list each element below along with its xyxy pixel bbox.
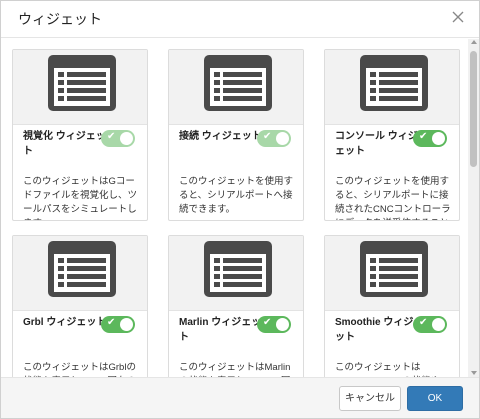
widget-description: このウィジェットはSmoothie boardの状態や <box>335 362 440 377</box>
widget-card-marlin: Marlin ウィジェット ✔ このウィジェットはMarlinの状態を表示し、M… <box>168 235 304 377</box>
check-icon: ✔ <box>419 317 428 328</box>
widget-panel-icon <box>48 55 116 111</box>
widget-panel-icon <box>204 241 272 297</box>
widget-title: Grbl ウィジェット <box>23 317 107 328</box>
check-icon: ✔ <box>107 131 116 142</box>
scroll-up-icon[interactable] <box>471 40 477 44</box>
widgets-dialog: ウィジェット 視覚化 ウィジェット ✔ このウィジェットはGコードファイルを視覚… <box>0 0 480 419</box>
widget-thumbnail <box>13 236 147 311</box>
widget-panel-icon <box>360 55 428 111</box>
widget-enable-toggle[interactable]: ✔ <box>101 316 135 333</box>
widget-enable-toggle[interactable]: ✔ <box>257 130 291 147</box>
widget-title: 視覚化 ウィジェット <box>23 131 106 157</box>
widget-thumbnail <box>325 236 459 311</box>
widget-thumbnail <box>169 50 303 125</box>
widget-card-grbl: Grbl ウィジェット ✔ このウィジェットはGrblの状態を表示し、Grbl固… <box>12 235 148 377</box>
widget-panel-icon <box>360 241 428 297</box>
widget-title: 接続 ウィジェット <box>179 131 262 142</box>
widget-description: このウィジェットはMarlinの状態を表示し、Marlin固 <box>179 362 291 377</box>
widget-description: このウィジェットを使用すると、シリアルポートへ接続できます。 <box>179 176 294 215</box>
check-icon: ✔ <box>107 317 116 328</box>
widget-title: コンソール ウィジェット <box>335 131 418 157</box>
widget-title: Smoothie ウィジェット <box>335 317 424 343</box>
check-icon: ✔ <box>263 317 272 328</box>
check-icon: ✔ <box>419 131 428 142</box>
scroll-down-icon[interactable] <box>471 371 477 375</box>
widget-panel-icon <box>48 241 116 297</box>
widget-enable-toggle[interactable]: ✔ <box>257 316 291 333</box>
cancel-button[interactable]: キャンセル <box>339 386 401 411</box>
widget-enable-toggle[interactable]: ✔ <box>413 130 447 147</box>
close-icon[interactable] <box>449 7 467 27</box>
check-icon: ✔ <box>263 131 272 142</box>
widget-description: このウィジェットはGrblの状態を表示し、Grbl固有の <box>23 362 136 377</box>
widget-card-smoothie: Smoothie ウィジェット ✔ このウィジェットはSmoothie boar… <box>324 235 460 377</box>
widget-title: Marlin ウィジェット <box>179 317 262 343</box>
ok-button[interactable]: OK <box>407 386 463 411</box>
widget-description: このウィジェットはGコードファイルを視覚化し、ツールパスをシミュレートします。 <box>23 176 138 220</box>
widget-thumbnail <box>169 236 303 311</box>
widget-enable-toggle[interactable]: ✔ <box>413 316 447 333</box>
vertical-scrollbar[interactable] <box>468 39 479 377</box>
widget-grid: 視覚化 ウィジェット ✔ このウィジェットはGコードファイルを視覚化し、ツールパ… <box>1 39 479 377</box>
scrollbar-thumb[interactable] <box>470 51 477 167</box>
widget-thumbnail <box>325 50 459 125</box>
dialog-title: ウィジェット <box>18 12 102 28</box>
widget-description: このウィジェットを使用すると、シリアルポートに接続されたCNCコントローラにデー… <box>335 176 451 220</box>
widget-card-connection: 接続 ウィジェット ✔ このウィジェットを使用すると、シリアルポートへ接続できま… <box>168 49 304 221</box>
widget-card-visualizer: 視覚化 ウィジェット ✔ このウィジェットはGコードファイルを視覚化し、ツールパ… <box>12 49 148 221</box>
widget-card-console: コンソール ウィジェット ✔ このウィジェットを使用すると、シリアルポートに接続… <box>324 49 460 221</box>
dialog-footer: キャンセル OK <box>1 377 479 418</box>
widget-thumbnail <box>13 50 147 125</box>
dialog-header: ウィジェット <box>1 1 479 38</box>
widget-enable-toggle[interactable]: ✔ <box>101 130 135 147</box>
widget-panel-icon <box>204 55 272 111</box>
